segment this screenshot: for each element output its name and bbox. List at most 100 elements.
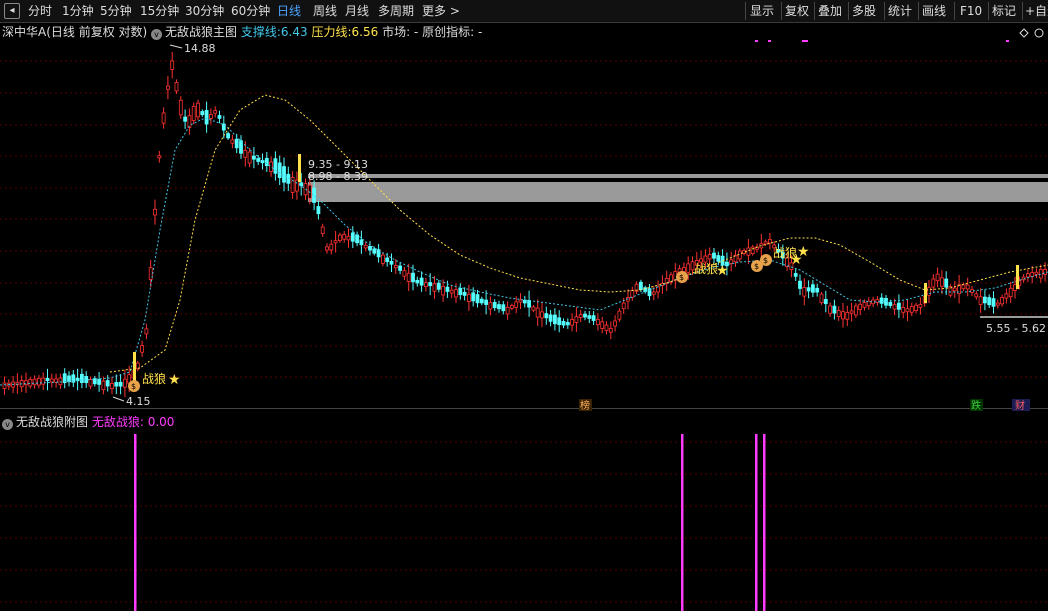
candle [45,377,50,382]
candle [196,102,200,118]
candle [991,298,996,307]
candle [230,139,235,144]
candle [617,310,622,320]
candle [264,157,269,167]
candle [466,293,471,302]
candle [32,378,37,386]
candle [639,281,643,291]
candle [2,382,7,389]
candle [651,291,656,295]
signal-bar [924,283,927,303]
diamond-icon[interactable] [1019,28,1029,38]
candle [269,161,274,172]
candle [505,306,510,315]
candle [234,138,239,149]
candle [531,306,536,311]
candle [914,304,918,311]
marker-die: 跌 [970,399,983,412]
candle [411,272,415,283]
candle [471,292,476,302]
marker-bang-text: 榜 [580,399,590,412]
signal-bar [133,352,136,382]
candle [37,377,41,386]
candle [165,85,170,90]
candle [682,267,686,272]
candle [927,287,931,296]
candle [140,345,145,353]
candle [247,151,252,164]
candle [170,60,175,70]
candle [475,294,480,304]
candle [346,235,351,241]
candle [1034,271,1039,275]
money-bag-glyph: $ [754,262,759,271]
candle [961,284,966,290]
candle [583,313,587,318]
candle [879,297,884,304]
candle [888,302,893,306]
candle [402,270,407,277]
candle [415,279,420,284]
sub-indicator-spike [763,434,766,611]
candle [329,243,334,251]
candle [1008,287,1013,298]
candle [316,206,321,215]
panel-divider [0,408,1048,409]
candle [187,115,192,128]
candle [462,291,467,296]
candle [80,373,84,383]
candle [509,305,514,309]
candle [277,162,282,179]
candle [436,282,441,290]
candle [191,105,196,121]
candle [935,273,940,282]
candle [372,248,377,254]
candle [712,252,716,259]
candle [110,383,114,390]
circle-icon[interactable] [1034,28,1044,38]
candle [763,241,768,245]
candle [931,278,936,288]
candle [488,302,493,310]
candle [591,315,596,321]
candle [862,302,867,308]
candle [441,285,446,296]
candle [251,155,256,160]
candle [1030,272,1035,277]
candle [686,263,691,273]
candle [858,303,863,310]
signal-label: 战狼 [142,371,166,386]
candle [940,277,944,287]
candle [105,380,110,387]
candle [458,287,463,296]
kline-chart[interactable]: 14.88 4.15 9.35 - 9.13 8.98 - 8.39 5.55 … [0,0,1048,611]
zone-lower-label: 8.98 - 8.39 [308,170,368,183]
candle [518,299,523,303]
candle [630,289,635,298]
candle [987,297,992,306]
candle [613,320,617,327]
sub-indicator-bars [134,434,766,611]
candle [389,260,394,265]
sub-indicator-spike [681,434,684,611]
low-price-label: 4.15 [126,395,151,408]
candle [557,317,562,325]
star-icon: ★ [168,372,181,388]
candle [428,282,433,287]
candles-layer [2,52,1047,397]
candle [1004,293,1009,299]
candle [114,382,119,387]
candle [243,150,248,158]
candle [544,313,549,319]
candle [548,314,553,322]
candle [419,277,424,286]
candle [484,299,489,305]
candle [157,155,162,159]
candle [737,250,742,260]
candle [608,327,613,333]
candle [144,328,149,335]
candle [492,301,497,309]
candle [574,316,579,323]
candle [28,379,33,387]
candle [578,314,583,318]
